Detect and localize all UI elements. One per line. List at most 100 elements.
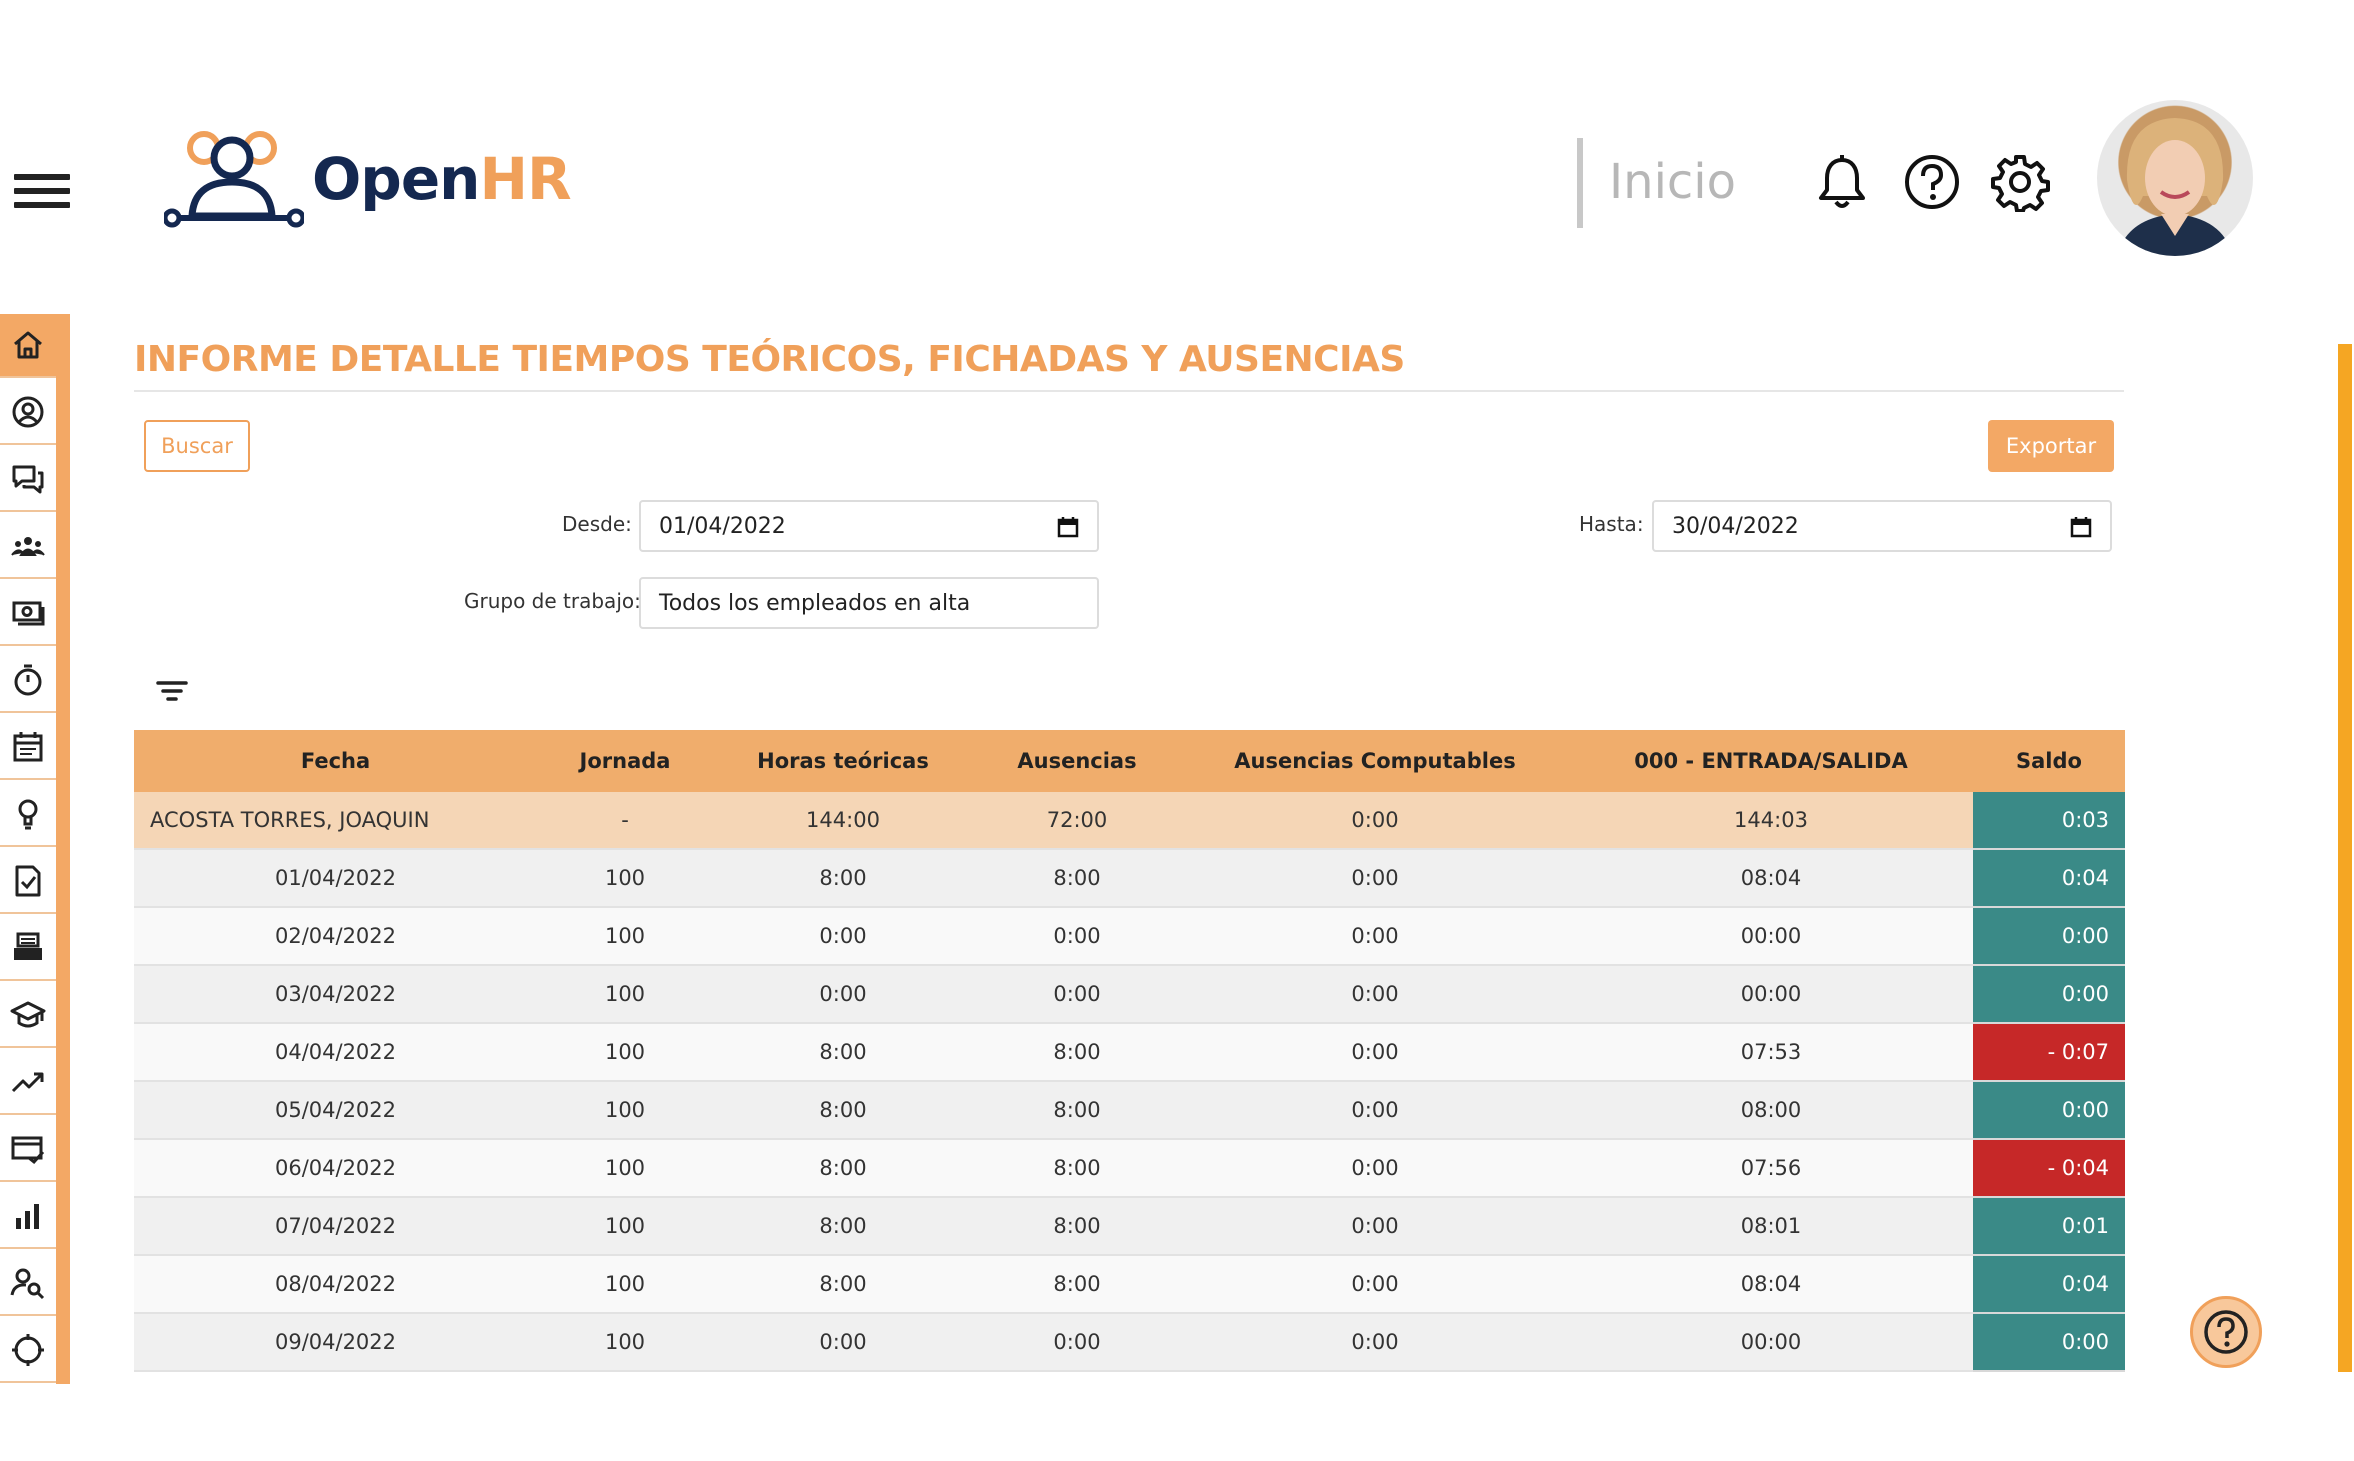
sidebar-item-reports[interactable]: [0, 1185, 56, 1249]
desde-date-field[interactable]: 01/04/2022: [639, 500, 1099, 552]
sidebar-item-recruitment[interactable]: [0, 1252, 56, 1316]
table-cell: 0:00: [1181, 1139, 1569, 1198]
table-cell: 100: [537, 1081, 713, 1140]
sidebar-item-time[interactable]: [0, 649, 56, 713]
search-button[interactable]: Buscar: [144, 420, 250, 472]
logo-text-open: Open: [312, 145, 480, 213]
calendar-picker-icon[interactable]: [2070, 516, 2092, 538]
table-cell: 100: [537, 1197, 713, 1256]
table-cell: 100: [537, 1255, 713, 1314]
sidebar-item-terminal[interactable]: [0, 917, 56, 981]
target-icon: [12, 1334, 44, 1366]
sidebar-item-team[interactable]: [0, 515, 56, 579]
table-cell: 0:00: [713, 907, 973, 966]
employee-summary-row[interactable]: ACOSTA TORRES, JOAQUIN -144:00 72:00 0:00 14…: [134, 792, 2125, 850]
table-cell: 100: [537, 1371, 713, 1372]
column-header[interactable]: Jornada: [537, 730, 713, 792]
help-icon: [2204, 1310, 2248, 1354]
sidebar-item-home[interactable]: [0, 314, 56, 378]
people-network-icon: [164, 131, 304, 228]
money-icon: [12, 601, 45, 626]
table-cell: 0:00: [973, 1371, 1181, 1372]
table-row[interactable]: 07/04/2022 100 8:00 8:00 0:00 08:01 0:01: [134, 1197, 2125, 1256]
sidebar-item-performance[interactable]: [0, 1051, 56, 1115]
logo-text-hr: HR: [479, 145, 571, 213]
graduation-cap-icon: [10, 1001, 46, 1028]
table-cell: 100: [537, 849, 713, 908]
table-row[interactable]: 05/04/2022 100 8:00 8:00 0:00 08:00 0:00: [134, 1081, 2125, 1140]
table-row[interactable]: 04/04/2022 100 8:00 8:00 0:00 07:53- 0:07: [134, 1023, 2125, 1082]
table-cell: 0:00: [1181, 907, 1569, 966]
saldo-cell: 0:04: [1973, 849, 2125, 908]
lightbulb-icon: [18, 799, 38, 830]
table-cell: 100: [537, 965, 713, 1024]
table-row[interactable]: 10/04/20221000:000:000:0000:000:00: [134, 1371, 2125, 1372]
card-check-icon: [11, 1136, 45, 1165]
openhr-logo[interactable]: OpenHR: [164, 126, 572, 230]
table-row[interactable]: 06/04/2022 100 8:00 8:00 0:00 07:56- 0:04: [134, 1139, 2125, 1198]
table-cell: 144:03: [1569, 792, 1973, 850]
table-cell: 00:00: [1569, 965, 1973, 1024]
table-row[interactable]: 02/04/2022 100 0:00 0:00 0:00 00:00 0:00: [134, 907, 2125, 966]
sidebar-item-messages[interactable]: [0, 448, 56, 512]
bell-icon[interactable]: [1812, 152, 1872, 212]
table-cell: 0:00: [973, 1313, 1181, 1372]
home-icon: [14, 331, 42, 359]
column-header[interactable]: Ausencias: [973, 730, 1181, 792]
table-row[interactable]: 01/04/2022 100 8:00 8:00 0:00 08:04 0:04: [134, 849, 2125, 908]
table-cell: 07:56: [1569, 1139, 1973, 1198]
table-cell: 00:00: [1569, 1371, 1973, 1372]
saldo-cell: - 0:07: [1973, 1023, 2125, 1082]
column-header[interactable]: Saldo: [1973, 730, 2125, 792]
hasta-date-value: 30/04/2022: [1672, 513, 1799, 539]
table-cell: 00:00: [1569, 1313, 1973, 1372]
sidebar: [0, 314, 70, 1384]
table-cell: 08:00: [1569, 1081, 1973, 1140]
user-avatar[interactable]: [2097, 100, 2253, 256]
table-cell: 09/04/2022: [134, 1313, 537, 1372]
printer-icon: [14, 932, 42, 960]
report-table-container[interactable]: Fecha Jornada Horas teóricas Ausencias Ausen…: [134, 730, 2125, 1372]
table-cell: 8:00: [973, 1139, 1181, 1198]
table-cell: 100: [537, 1139, 713, 1198]
help-fab-button[interactable]: [2190, 1296, 2262, 1368]
grupo-label: Grupo de trabajo:: [464, 589, 641, 613]
vertical-scrollbar[interactable]: [2338, 344, 2352, 1372]
sidebar-panel: [0, 314, 56, 1384]
table-cell: 0:00: [973, 965, 1181, 1024]
table-cell: -: [537, 792, 713, 850]
sidebar-item-training[interactable]: [0, 984, 56, 1048]
sidebar-item-calendar[interactable]: [0, 716, 56, 780]
table-cell: 100: [537, 907, 713, 966]
table-cell: 8:00: [713, 1023, 973, 1082]
saldo-cell: 0:00: [1973, 965, 2125, 1024]
column-header[interactable]: Horas teóricas: [713, 730, 973, 792]
sidebar-item-payroll[interactable]: [0, 582, 56, 646]
grupo-trabajo-select[interactable]: Todos los empleados en alta: [639, 577, 1099, 629]
page-label: Inicio: [1609, 154, 1737, 210]
sidebar-item-expenses[interactable]: [0, 1118, 56, 1182]
sidebar-item-objectives[interactable]: [0, 1319, 56, 1383]
sidebar-item-profile[interactable]: [0, 381, 56, 445]
hasta-date-field[interactable]: 30/04/2022: [1652, 500, 2112, 552]
filter-icon[interactable]: [154, 676, 190, 706]
bar-chart-icon: [16, 1204, 39, 1229]
table-row[interactable]: 03/04/2022 100 0:00 0:00 0:00 00:00 0:00: [134, 965, 2125, 1024]
column-header[interactable]: Fecha: [134, 730, 537, 792]
menu-icon[interactable]: [14, 174, 72, 218]
user-search-icon: [10, 1268, 45, 1300]
table-row[interactable]: 08/04/2022 100 8:00 8:00 0:00 08:04 0:04: [134, 1255, 2125, 1314]
sidebar-item-ideas[interactable]: [0, 783, 56, 847]
table-cell: 8:00: [713, 849, 973, 908]
gear-icon[interactable]: [1990, 152, 2050, 213]
table-cell: 100: [537, 1023, 713, 1082]
calendar-picker-icon[interactable]: [1057, 516, 1079, 538]
table-row[interactable]: 09/04/2022 100 0:00 0:00 0:00 00:00 0:00: [134, 1313, 2125, 1372]
sidebar-item-documents[interactable]: [0, 850, 56, 914]
column-header[interactable]: 000 - ENTRADA/SALIDA: [1569, 730, 1973, 792]
report-table: Fecha Jornada Horas teóricas Ausencias Ausen…: [134, 730, 2125, 1372]
saldo-cell: 0:01: [1973, 1197, 2125, 1256]
help-icon[interactable]: [1902, 152, 1962, 212]
export-button[interactable]: Exportar: [1988, 420, 2114, 472]
column-header[interactable]: Ausencias Computables: [1181, 730, 1569, 792]
